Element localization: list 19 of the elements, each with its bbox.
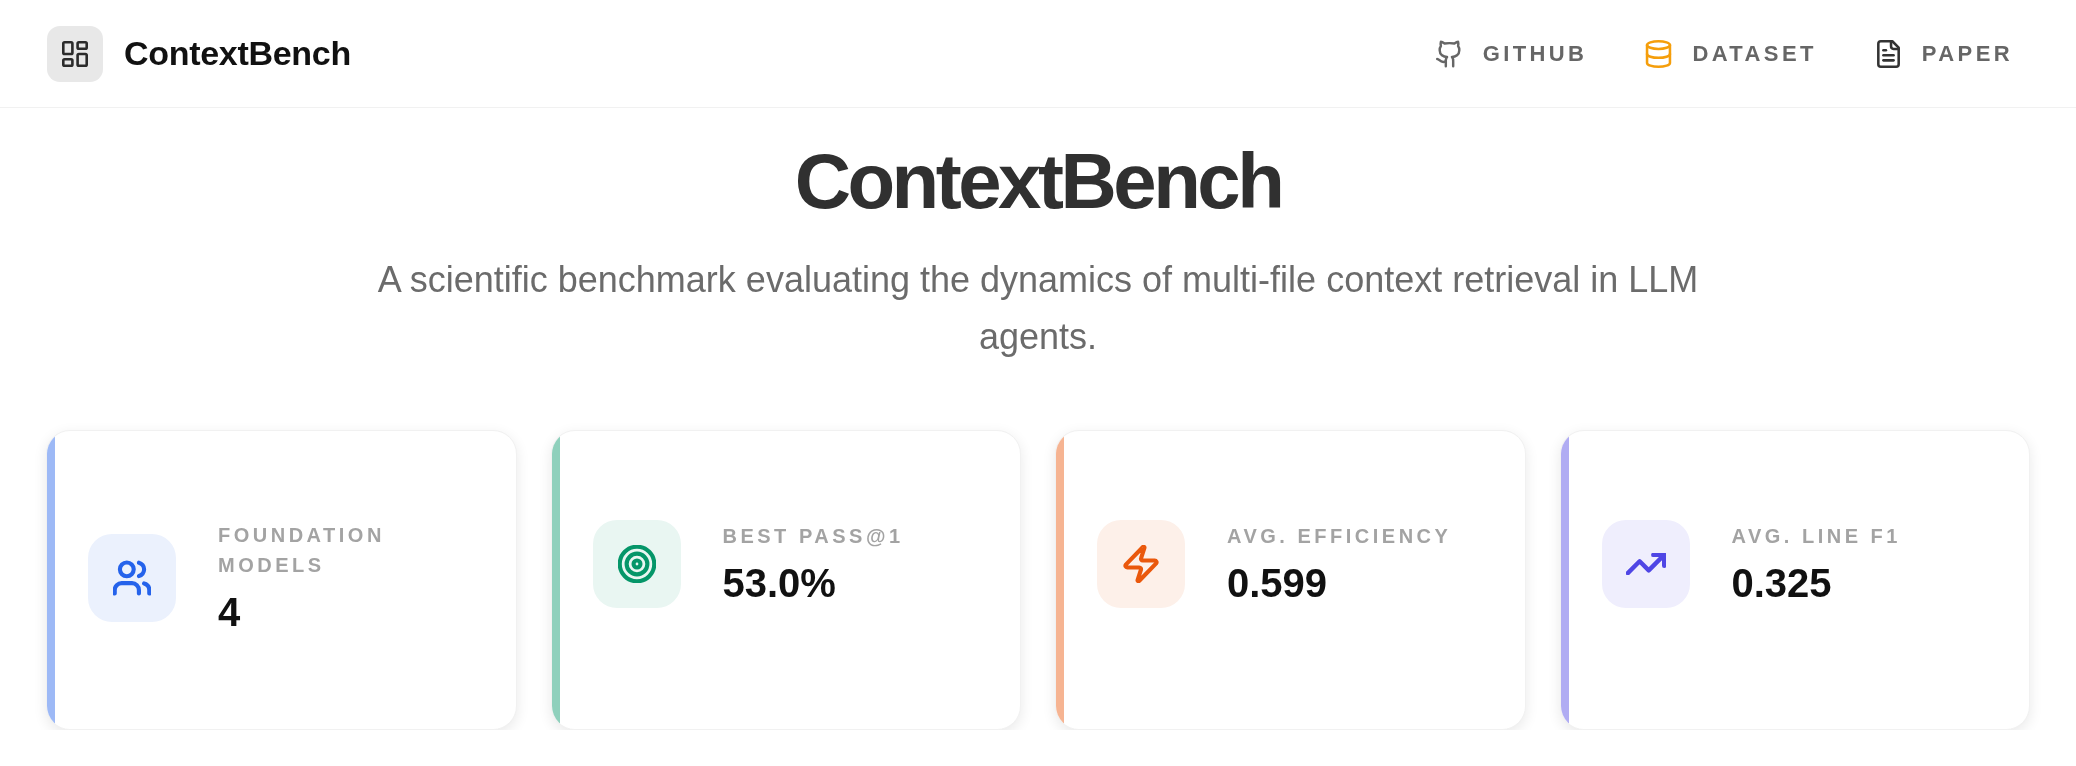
stat-value: 0.599 [1227,560,1329,607]
logo-icon [47,25,103,82]
stat-label: FOUNDATION MODELS [218,523,386,578]
stat-value: 4 [218,589,242,636]
stat-label: BEST PASS@1 [722,524,904,549]
stat-label: AVG. LINE F1 [1731,524,1901,549]
trend-up-icon [1601,520,1690,608]
users-icon [88,534,176,622]
stat-value: 0.325 [1731,560,1833,607]
stat-value: 53.0% [722,560,837,607]
nav-link[interactable]: DATASET [1645,39,1817,68]
brand-name: ContextBench [124,34,351,73]
nav-link[interactable]: PAPER [1874,39,2013,68]
target-icon [592,520,681,608]
lightning-icon [1097,520,1185,608]
nav-link[interactable]: GITHUB [1435,39,1588,68]
page-subtitle: A scientific benchmark evaluating the dynamics of multi-file context retrieval in LLM agents. [376,258,1700,359]
page-title: ContextBench [793,136,1283,226]
stat-label: AVG. EFFICIENCY [1227,524,1452,549]
